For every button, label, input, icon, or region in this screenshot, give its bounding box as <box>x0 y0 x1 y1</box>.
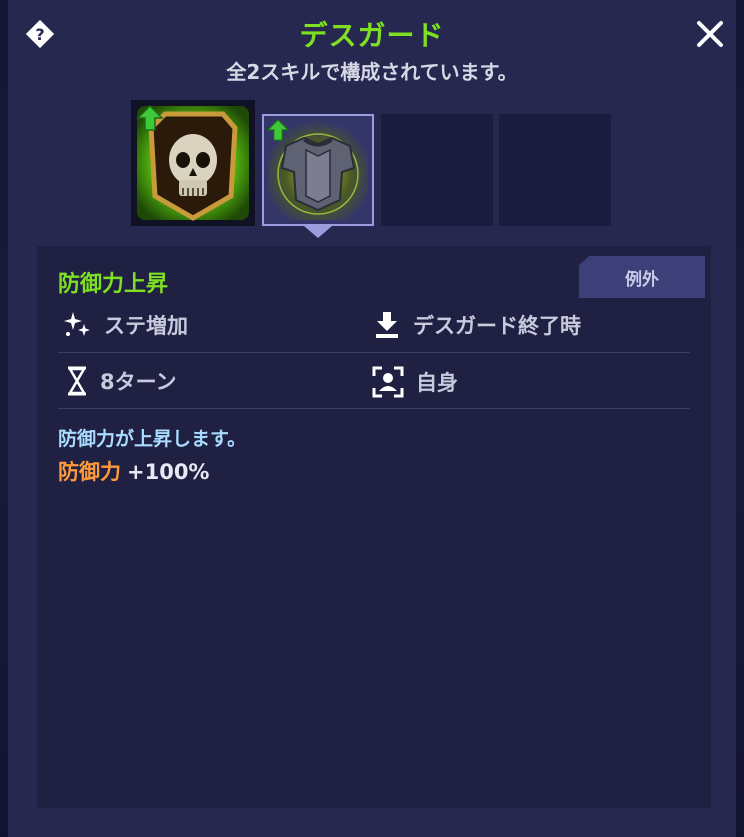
effect-label: 防御力 <box>58 460 121 484</box>
target-row: 自身 <box>372 366 458 398</box>
divider <box>58 352 690 353</box>
skill-set-title: デスガード <box>299 19 445 52</box>
selection-pointer <box>304 226 332 238</box>
duration-row: 8ターン <box>66 366 177 396</box>
timing-row: デスガード終了時 <box>373 310 581 340</box>
exception-tab[interactable]: 例外 <box>579 256 705 298</box>
target-text: 自身 <box>416 371 458 395</box>
target-self-icon <box>372 366 404 398</box>
skill-set-subtitle: 全2スキルで構成されています。 <box>226 60 518 84</box>
effect-value: +100% <box>127 460 210 484</box>
empty-skill-slot <box>381 114 493 226</box>
download-icon <box>376 312 398 338</box>
buff-up-icon <box>136 104 164 136</box>
sparkle-icon <box>64 312 90 336</box>
effect-type-row: ステ増加 <box>62 310 188 340</box>
effect-type-text: ステ増加 <box>104 314 188 338</box>
empty-skill-slot <box>499 114 611 226</box>
skill-description: 防御力が上昇します。 <box>58 428 247 450</box>
timing-text: デスガード終了時 <box>413 314 581 338</box>
hourglass-icon <box>67 366 87 396</box>
duration-text: 8ターン <box>100 370 177 394</box>
divider <box>58 408 690 409</box>
buff-up-icon <box>266 118 290 146</box>
effect-line: 防御力 +100% <box>58 456 209 486</box>
skill-name: 防御力上昇 <box>58 272 169 297</box>
